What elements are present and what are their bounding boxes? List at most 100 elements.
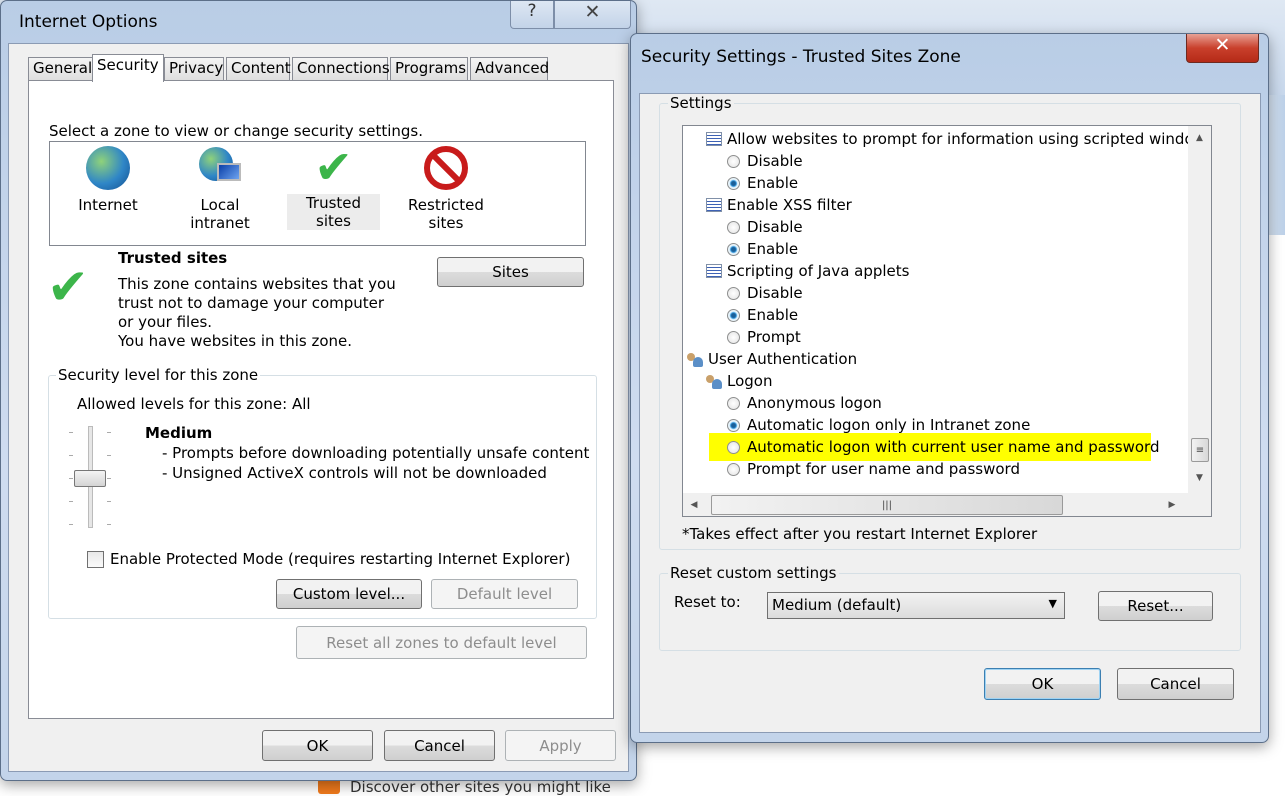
reset-to-label: Reset to: <box>674 593 741 611</box>
setting-option[interactable]: Anonymous logon <box>683 392 882 414</box>
radio-button[interactable] <box>727 462 740 476</box>
security-settings-window: Security Settings - Trusted Sites Zone ✕… <box>630 33 1269 743</box>
settings-list: Allow websites to prompt for information… <box>683 128 1188 493</box>
cancel-button[interactable]: Cancel <box>384 730 495 761</box>
group-label: Settings <box>668 94 734 112</box>
vertical-scroll-thumb[interactable]: ≡ <box>1191 438 1209 462</box>
ok-button[interactable]: OK <box>984 668 1101 700</box>
option-label: Prompt <box>747 328 801 346</box>
slider-tick <box>107 478 111 479</box>
settings-tree: Allow websites to prompt for information… <box>682 125 1212 517</box>
option-label: Disable <box>747 284 803 302</box>
zone-list: Internet Local intranet ✔ Trusted sites … <box>49 141 586 246</box>
vertical-scrollbar[interactable]: ▲ ≡ ▼ <box>1188 126 1211 493</box>
slider-thumb[interactable] <box>74 470 106 487</box>
tab-connections[interactable]: Connections <box>292 57 390 81</box>
tab-security[interactable]: Security <box>92 54 164 82</box>
option-label: Disable <box>747 218 803 236</box>
option-label: Disable <box>747 152 803 170</box>
level-bullet: - Prompts before downloading potentially… <box>162 444 590 462</box>
radio-button[interactable] <box>727 154 740 168</box>
globe-monitor-icon <box>195 145 245 191</box>
tab-general[interactable]: General <box>28 57 94 81</box>
radio-button[interactable] <box>727 176 740 190</box>
zone-trusted-sites[interactable]: ✔ Trusted sites <box>287 142 380 230</box>
option-label: Prompt for user name and password <box>747 460 1020 478</box>
horizontal-scrollbar[interactable]: ◀ ||| ▶ <box>683 493 1211 516</box>
script-setting-icon <box>706 264 722 278</box>
scroll-down-icon[interactable]: ▼ <box>1188 468 1211 488</box>
window-title: Internet Options <box>19 12 158 32</box>
radio-button[interactable] <box>727 308 740 322</box>
setting-option[interactable]: Disable <box>683 282 803 304</box>
horizontal-scroll-thumb[interactable]: ||| <box>711 495 1063 515</box>
radio-button[interactable] <box>727 286 740 300</box>
security-tab-panel: Select a zone to view or change security… <box>28 80 614 719</box>
setting-option[interactable]: Enable <box>683 238 798 260</box>
option-label: Scripting of Java applets <box>727 262 910 280</box>
reset-button[interactable]: Reset... <box>1098 591 1213 621</box>
users-icon <box>687 352 703 367</box>
reset-to-value: Medium (default) <box>772 596 902 614</box>
option-label: Enable XSS filter <box>727 196 852 214</box>
group-label: Reset custom settings <box>668 564 839 582</box>
security-level-group: Security level for this zone Allowed lev… <box>48 366 597 619</box>
zone-local-intranet[interactable]: Local intranet <box>170 142 270 232</box>
setting-option[interactable]: Enable <box>683 304 798 326</box>
setting-option[interactable]: Disable <box>683 216 803 238</box>
sites-button[interactable]: Sites <box>437 257 584 287</box>
slider-tick <box>107 524 111 525</box>
slider-tick <box>69 455 73 456</box>
users-icon <box>706 374 722 389</box>
tab-advanced[interactable]: Advanced <box>470 57 549 81</box>
zone-internet[interactable]: Internet <box>78 142 138 214</box>
slider-tick <box>107 455 111 456</box>
group-label: Security level for this zone <box>56 366 261 384</box>
tab-programs[interactable]: Programs <box>390 57 468 81</box>
close-icon: ✕ <box>1214 34 1231 56</box>
scroll-up-icon[interactable]: ▲ <box>1188 128 1211 148</box>
setting-option[interactable]: Prompt <box>683 326 801 348</box>
radio-button[interactable] <box>727 242 740 256</box>
close-button[interactable]: ✕ <box>554 1 631 29</box>
radio-button[interactable] <box>727 330 740 344</box>
ok-button[interactable]: OK <box>262 730 373 761</box>
radio-button[interactable] <box>727 440 740 454</box>
option-label: Logon <box>727 372 773 390</box>
zone-info-title: Trusted sites <box>118 249 228 267</box>
custom-level-button[interactable]: Custom level... <box>276 579 422 609</box>
radio-button[interactable] <box>727 220 740 234</box>
zone-label: Restricted sites <box>408 196 484 232</box>
zone-label: Trusted sites <box>287 194 380 230</box>
tab-content[interactable]: Content <box>226 57 291 81</box>
reset-to-select[interactable]: Medium (default) ▼ <box>767 592 1065 619</box>
slider-tick <box>107 432 111 433</box>
apply-button: Apply <box>505 730 616 761</box>
level-name: Medium <box>145 424 213 442</box>
tab-privacy[interactable]: Privacy <box>164 57 224 81</box>
setting-option[interactable]: Disable <box>683 150 803 172</box>
cancel-button[interactable]: Cancel <box>1117 668 1234 700</box>
setting-option[interactable]: Prompt for user name and password <box>683 458 1020 480</box>
radio-button[interactable] <box>727 418 740 432</box>
scroll-right-icon[interactable]: ▶ <box>1161 493 1183 516</box>
zone-restricted-sites[interactable]: Restricted sites <box>392 142 500 232</box>
radio-button[interactable] <box>727 396 740 410</box>
default-level-button: Default level <box>431 579 578 609</box>
setting-item: Scripting of Java applets <box>683 260 909 282</box>
slider-tick <box>69 432 73 433</box>
zone-prompt: Select a zone to view or change security… <box>49 122 424 140</box>
setting-option[interactable]: Automatic logon with current user name a… <box>683 433 1159 461</box>
close-button[interactable]: ✕ <box>1186 34 1259 63</box>
help-button[interactable]: ? <box>510 1 554 29</box>
protected-mode-checkbox[interactable] <box>87 551 104 568</box>
slider-tick <box>69 524 73 525</box>
security-level-slider[interactable] <box>67 426 115 531</box>
slider-tick <box>69 501 73 502</box>
setting-option[interactable]: Enable <box>683 172 798 194</box>
option-label: Enable <box>747 240 799 258</box>
option-label: Enable <box>747 306 799 324</box>
scroll-left-icon[interactable]: ◀ <box>683 493 705 516</box>
protected-mode-label: Enable Protected Mode (requires restarti… <box>110 550 571 568</box>
no-entry-icon <box>424 146 468 190</box>
